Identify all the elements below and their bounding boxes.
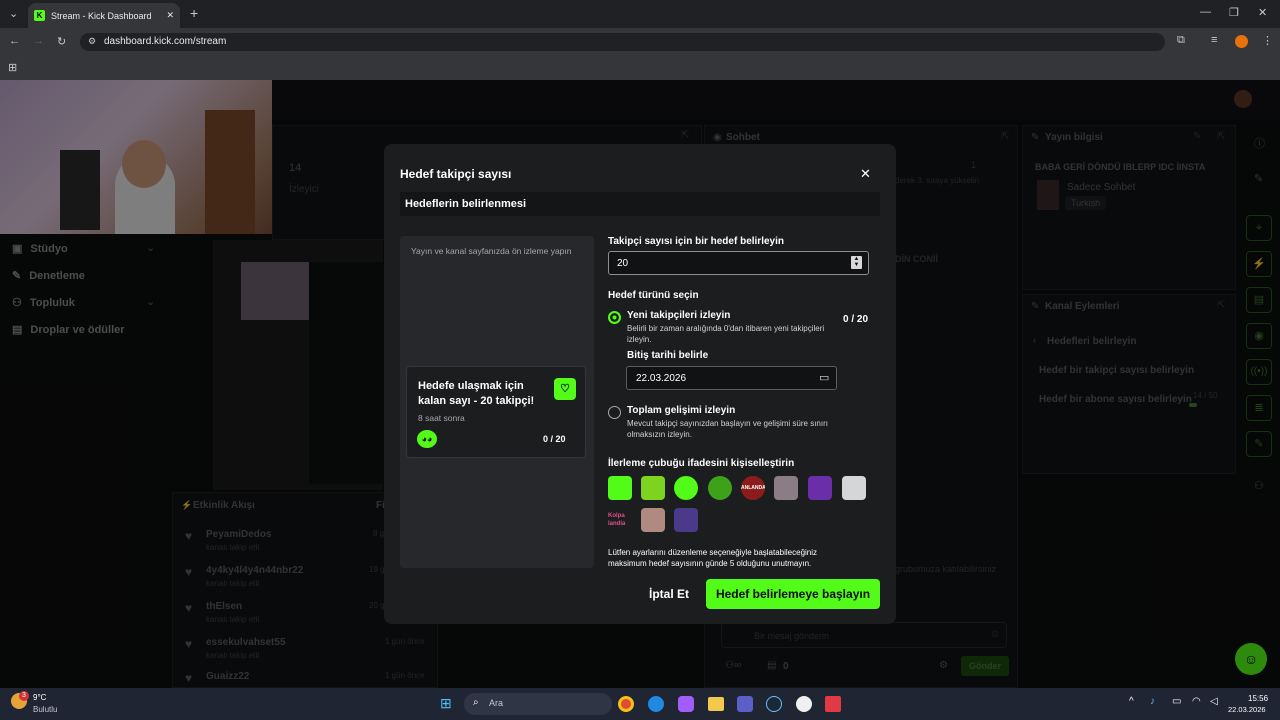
windows-taskbar: 3 9°C Bulutlu ⊞ ⌕ Ara ^ ♪ ▭ ◠ ◁ 15:56 22… bbox=[0, 688, 1280, 720]
preview-card-title: Hedefe ulaşmak için kalan sayı - 20 taki… bbox=[418, 380, 535, 407]
search-icon: ⌕ bbox=[473, 697, 479, 708]
network-icon[interactable]: ▭ bbox=[1172, 696, 1181, 707]
weather-temp: 9°C bbox=[33, 693, 47, 702]
teams-icon[interactable] bbox=[737, 696, 753, 712]
copilot-icon[interactable] bbox=[678, 696, 694, 712]
edge-icon[interactable] bbox=[648, 696, 664, 712]
emote-option[interactable] bbox=[674, 508, 698, 532]
emote-icon: ◕◕ bbox=[417, 430, 437, 448]
apps-grid-icon[interactable]: ⊞ bbox=[8, 61, 17, 74]
app-icon[interactable] bbox=[825, 696, 841, 712]
emote-picker: ANLANDA Kolpa landia bbox=[608, 476, 872, 536]
target-value: 20 bbox=[617, 258, 629, 269]
limit-note: Lütfen ayarlarını düzenleme seçeneğiyle … bbox=[608, 548, 818, 568]
forward-icon[interactable]: → bbox=[33, 35, 44, 47]
start-goal-button[interactable]: Hedef belirlemeye başlayın bbox=[706, 579, 880, 609]
preview-card-progress: 0 / 20 bbox=[543, 434, 566, 444]
emote-option[interactable] bbox=[641, 476, 665, 500]
radio-new-followers[interactable] bbox=[608, 311, 621, 324]
wifi-icon[interactable]: ◠ bbox=[1192, 696, 1201, 707]
taskbar-search[interactable]: ⌕ Ara bbox=[464, 693, 612, 715]
file-explorer-icon[interactable] bbox=[708, 697, 724, 711]
end-date-value: 22.03.2026 bbox=[636, 373, 687, 384]
microphone-icon[interactable]: ♪ bbox=[1150, 696, 1155, 707]
option2-title[interactable]: Toplam gelişimi izleyin bbox=[627, 405, 735, 416]
close-window-icon[interactable]: ✕ bbox=[1258, 6, 1267, 19]
media-icon[interactable]: ≡ bbox=[1211, 34, 1217, 46]
emote-label: İlerleme çubuğu ifadesini kişiselleştiri… bbox=[608, 458, 795, 469]
preview-panel: Yayın ve kanal sayfanızda ön izleme yapı… bbox=[400, 236, 594, 568]
goal-preview-card: Hedefe ulaşmak için kalan sayı - 20 taki… bbox=[406, 366, 586, 458]
section-title: Hedeflerin belirlenmesi bbox=[405, 198, 527, 210]
end-date-input[interactable]: 22.03.2026 ▭ bbox=[626, 366, 837, 390]
option1-desc: Belirli bir zaman aralığında 0'dan itiba… bbox=[627, 324, 825, 344]
target-input[interactable]: 20 ▲ ▼ bbox=[608, 251, 869, 275]
back-icon[interactable]: ← bbox=[9, 35, 20, 47]
tray-chevron-icon[interactable]: ^ bbox=[1129, 696, 1134, 707]
url-text: dashboard.kick.com/stream bbox=[104, 36, 227, 47]
radio-total-growth[interactable] bbox=[608, 406, 621, 419]
tab-search-icon[interactable]: ⌄ bbox=[9, 7, 18, 20]
close-icon[interactable]: ✕ bbox=[860, 166, 871, 182]
option1-title[interactable]: Yeni takipçileri izleyin bbox=[627, 310, 730, 321]
menu-kebab-icon[interactable]: ⋮ bbox=[1262, 34, 1273, 47]
emote-option[interactable]: Kolpa landia bbox=[608, 508, 632, 532]
new-tab-icon[interactable]: + bbox=[190, 5, 198, 21]
preview-card-time: 8 saat sonra bbox=[418, 413, 465, 423]
notification-badge: 3 bbox=[19, 691, 29, 701]
calendar-icon[interactable]: ▭ bbox=[819, 371, 829, 384]
modal-title: Hedef takipçi sayısı bbox=[400, 167, 512, 181]
browser-tab[interactable]: K Stream - Kick Dashboard ✕ bbox=[28, 3, 180, 28]
kick-favicon-icon: K bbox=[34, 10, 45, 21]
end-date-label: Bitiş tarihi belirle bbox=[627, 350, 709, 361]
emote-option[interactable] bbox=[674, 476, 698, 500]
bookmarks-bar: ⊞ bbox=[0, 56, 1280, 80]
goal-modal: Hedef takipçi sayısı ✕ Hedeflerin belirl… bbox=[384, 144, 896, 624]
extensions-icon[interactable]: ⧉ bbox=[1177, 34, 1185, 47]
app-icon[interactable] bbox=[796, 696, 812, 712]
profile-avatar[interactable] bbox=[1235, 35, 1248, 48]
number-stepper-icon[interactable]: ▲ ▼ bbox=[851, 256, 862, 269]
browser-tab-strip: ⌄ K Stream - Kick Dashboard ✕ + — ❐ ✕ bbox=[0, 0, 1280, 28]
address-bar[interactable]: ⚙ dashboard.kick.com/stream bbox=[80, 33, 1165, 51]
target-label: Takipçi sayısı için bir hedef belirleyin bbox=[608, 236, 784, 247]
site-info-icon[interactable]: ⚙ bbox=[88, 36, 96, 47]
emote-option[interactable] bbox=[641, 508, 665, 532]
volume-icon[interactable]: ◁ bbox=[1210, 696, 1218, 707]
cancel-button[interactable]: İptal Et bbox=[644, 579, 694, 609]
steam-icon[interactable] bbox=[766, 696, 782, 712]
clock-date[interactable]: 22.03.2026 bbox=[1228, 705, 1266, 714]
option2-desc: Mevcut takipçi sayınızdan başlayın ve ge… bbox=[627, 419, 828, 439]
heart-icon: ♡ bbox=[554, 378, 576, 400]
type-label: Hedef türünü seçin bbox=[608, 290, 699, 301]
tab-title: Stream - Kick Dashboard bbox=[51, 10, 152, 21]
weather-desc: Bulutlu bbox=[33, 705, 58, 714]
emote-option-selected[interactable] bbox=[608, 476, 632, 500]
preview-hint: Yayın ve kanal sayfanızda ön izleme yapı… bbox=[411, 246, 572, 256]
option1-progress: 0 / 20 bbox=[843, 314, 869, 325]
emote-option[interactable] bbox=[708, 476, 732, 500]
reload-icon[interactable]: ↻ bbox=[57, 35, 66, 48]
chrome-icon[interactable] bbox=[618, 696, 634, 712]
emote-option[interactable] bbox=[774, 476, 798, 500]
minimize-icon[interactable]: — bbox=[1200, 6, 1211, 18]
close-tab-icon[interactable]: ✕ bbox=[166, 10, 174, 21]
windows-start-icon[interactable]: ⊞ bbox=[440, 695, 452, 712]
section-header: Hedeflerin belirlenmesi bbox=[400, 192, 880, 216]
emote-option[interactable] bbox=[842, 476, 866, 500]
emote-option[interactable]: ANLANDA bbox=[741, 476, 765, 500]
clock-time[interactable]: 15:56 bbox=[1248, 694, 1268, 703]
maximize-icon[interactable]: ❐ bbox=[1229, 6, 1239, 19]
emote-option[interactable] bbox=[808, 476, 832, 500]
